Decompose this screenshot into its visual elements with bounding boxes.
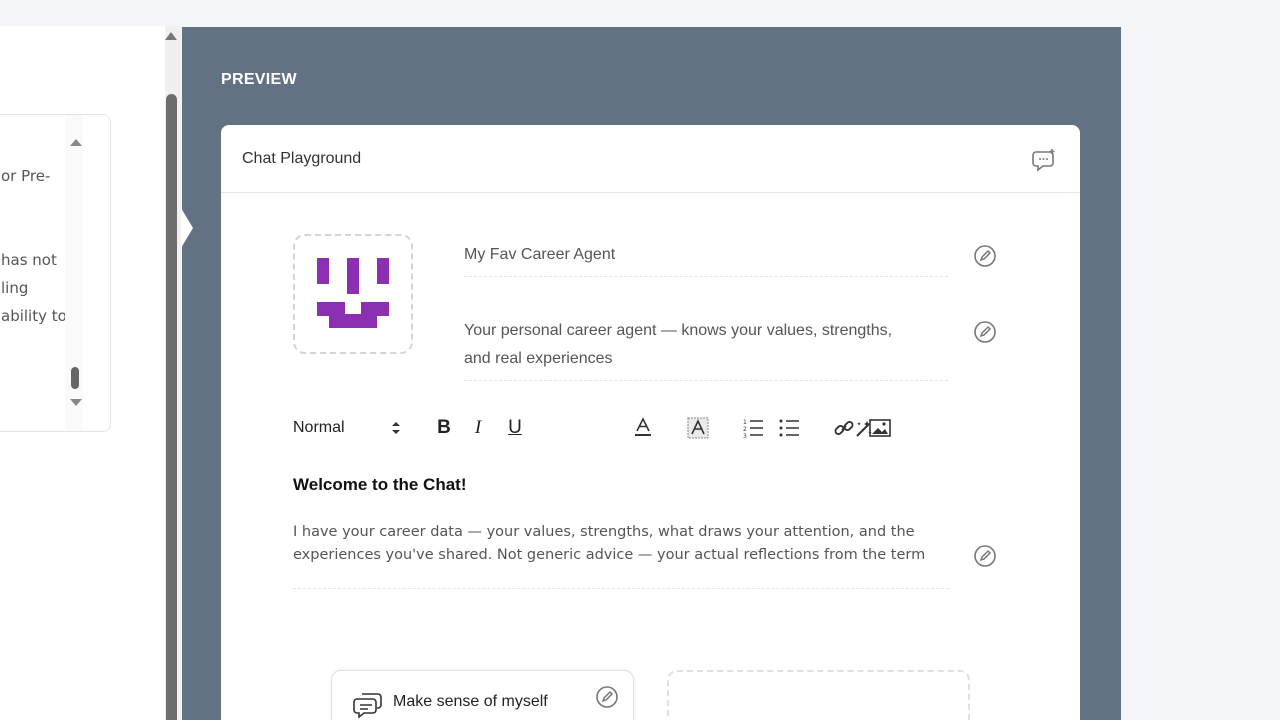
chat-header: Chat Playground [221, 125, 1080, 193]
left-text-line: or Pre- [1, 167, 51, 185]
svg-text:3: 3 [743, 433, 747, 438]
svg-text:2: 2 [743, 426, 747, 433]
background-color-icon[interactable] [686, 413, 710, 443]
welcome-line: I have your career data — your values, s… [293, 524, 915, 540]
text-color-icon[interactable] [631, 413, 655, 443]
agent-avatar-upload[interactable] [293, 234, 413, 354]
welcome-line: experiences you've shared. Not generic a… [293, 547, 926, 563]
agent-name-field[interactable]: My Fav Career Agent [464, 241, 948, 277]
preview-pointer [181, 208, 193, 248]
edit-description-icon[interactable] [973, 320, 997, 349]
suggestion-label: Make sense of myself [393, 693, 548, 710]
outer-scrollbar-thumb[interactable] [166, 94, 177, 720]
suggestion-card[interactable]: Make sense of myself [331, 670, 634, 720]
chat-bubbles-icon [353, 691, 383, 720]
agent-name: My Fav Career Agent [464, 246, 616, 263]
edit-suggestion-icon[interactable] [595, 685, 619, 714]
new-chat-icon[interactable] [1032, 147, 1058, 178]
left-panel: or Pre- has not ling ability to [0, 26, 166, 720]
editor-toolbar: Normal B I U 123 [293, 413, 893, 443]
agent-description-line: Your personal career agent — knows your … [464, 322, 893, 339]
underline-button[interactable]: U [505, 413, 525, 443]
outer-scroll-up-arrow[interactable] [165, 32, 177, 40]
inner-scroll-up-arrow[interactable] [70, 139, 82, 146]
edit-name-icon[interactable] [973, 244, 997, 273]
welcome-message-field[interactable]: I have your career data — your values, s… [293, 521, 949, 589]
italic-button[interactable]: I [470, 413, 486, 443]
bullet-list-icon[interactable] [777, 413, 801, 443]
chat-playground-card: Chat Playground My Fav Career Agent Your… [221, 125, 1080, 720]
agent-avatar-icon [317, 258, 389, 328]
add-suggestion-placeholder[interactable] [667, 670, 970, 720]
welcome-title: Welcome to the Chat! [293, 475, 467, 494]
ordered-list-icon[interactable]: 123 [741, 413, 765, 443]
left-text-line: ability to [1, 307, 67, 325]
edit-welcome-icon[interactable] [973, 544, 997, 573]
clear-formatting-icon[interactable] [853, 418, 875, 445]
format-select-arrows-icon[interactable] [389, 413, 403, 443]
format-select[interactable]: Normal [293, 413, 345, 443]
bold-button[interactable]: B [434, 413, 454, 443]
inner-scrollbar-thumb[interactable] [71, 367, 79, 389]
left-text-line: ling [1, 279, 29, 297]
svg-text:1: 1 [743, 419, 747, 426]
inner-scroll-down-arrow[interactable] [70, 399, 82, 406]
preview-label: PREVIEW [221, 71, 297, 88]
agent-description-field[interactable]: Your personal career agent — knows your … [464, 317, 948, 381]
left-content-card: or Pre- has not ling ability to [0, 114, 111, 432]
left-text-line: has not [1, 251, 57, 269]
chat-title: Chat Playground [242, 150, 362, 167]
agent-description-line: and real experiences [464, 350, 613, 367]
